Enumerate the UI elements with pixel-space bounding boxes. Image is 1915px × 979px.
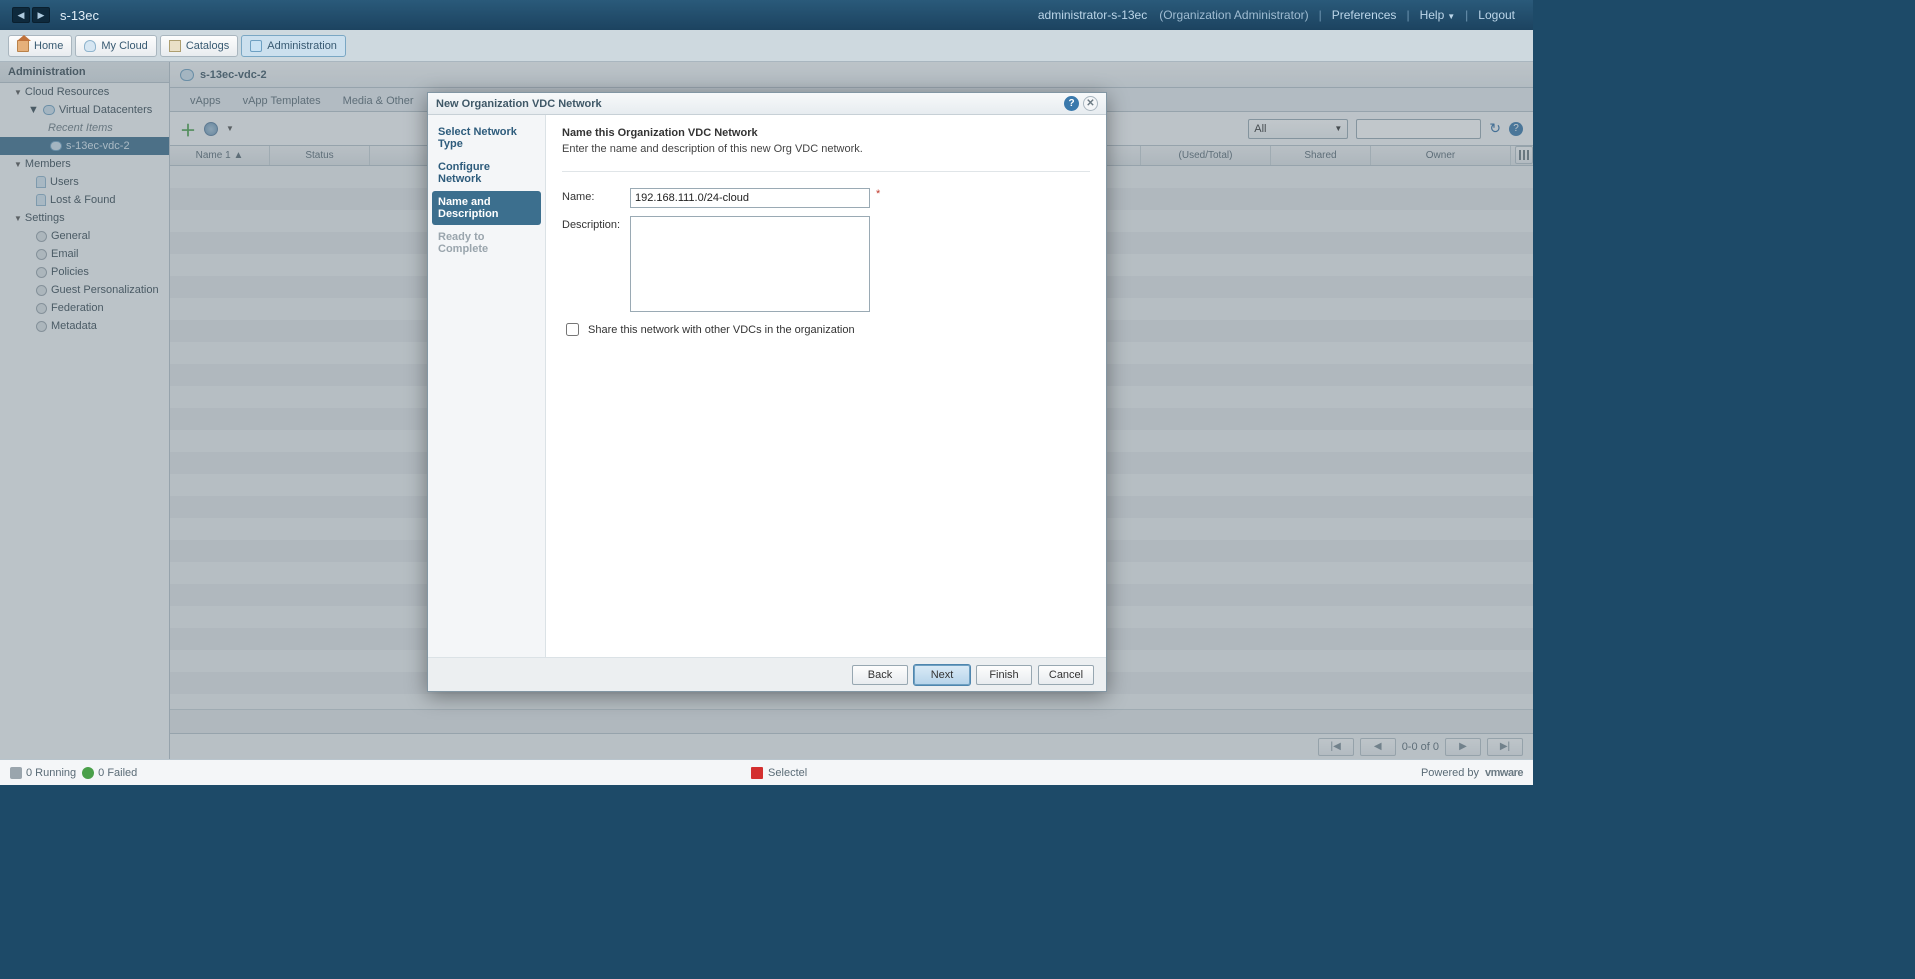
admin-icon bbox=[250, 40, 262, 52]
nav-back-button[interactable]: ◀ bbox=[12, 7, 30, 23]
wizard-step-select-type[interactable]: Select Network Type bbox=[432, 121, 541, 155]
tab-administration[interactable]: Administration bbox=[241, 35, 346, 57]
description-input[interactable] bbox=[630, 216, 870, 312]
wizard-subheading: Enter the name and description of this n… bbox=[562, 143, 1090, 155]
wizard-step-ready: Ready to Complete bbox=[432, 226, 541, 260]
primary-tabs: Home My Cloud Catalogs Administration bbox=[0, 30, 1533, 62]
header-role: (Organization Administrator) bbox=[1159, 8, 1308, 22]
wizard-main: Name this Organization VDC Network Enter… bbox=[546, 115, 1106, 657]
wizard-step-name-desc[interactable]: Name and Description bbox=[432, 191, 541, 225]
name-input[interactable] bbox=[630, 188, 870, 208]
status-running-icon bbox=[10, 767, 22, 779]
status-running: 0 Running bbox=[26, 767, 76, 779]
status-failed-icon bbox=[82, 767, 94, 779]
catalog-icon bbox=[169, 40, 181, 52]
new-org-vdc-network-dialog: New Organization VDC Network ? ✕ Select … bbox=[427, 92, 1107, 692]
cancel-button[interactable]: Cancel bbox=[1038, 665, 1094, 685]
required-indicator: * bbox=[876, 188, 880, 200]
back-button[interactable]: Back bbox=[852, 665, 908, 685]
dialog-title-bar: New Organization VDC Network ? ✕ bbox=[428, 93, 1106, 115]
name-label: Name: bbox=[562, 188, 630, 203]
dialog-help-button[interactable]: ? bbox=[1064, 96, 1079, 111]
vmware-logo: vmware bbox=[1485, 767, 1523, 779]
share-checkbox[interactable] bbox=[566, 323, 579, 336]
description-label: Description: bbox=[562, 216, 630, 231]
home-icon bbox=[17, 40, 29, 52]
powered-by-label: Powered by bbox=[1421, 767, 1479, 779]
chevron-down-icon: ▼ bbox=[1447, 12, 1455, 21]
status-failed: 0 Failed bbox=[98, 767, 137, 779]
share-label: Share this network with other VDCs in th… bbox=[588, 324, 855, 336]
tab-catalogs[interactable]: Catalogs bbox=[160, 35, 238, 57]
wizard-step-configure[interactable]: Configure Network bbox=[432, 156, 541, 190]
cloud-icon bbox=[84, 40, 96, 52]
dialog-buttons: Back Next Finish Cancel bbox=[428, 657, 1106, 691]
app-title: s-13ec bbox=[60, 8, 99, 23]
selectel-icon bbox=[751, 767, 763, 779]
next-button[interactable]: Next bbox=[914, 665, 970, 685]
dialog-close-button[interactable]: ✕ bbox=[1083, 96, 1098, 111]
header-preferences-link[interactable]: Preferences bbox=[1332, 8, 1397, 22]
tab-my-cloud[interactable]: My Cloud bbox=[75, 35, 156, 57]
nav-forward-button[interactable]: ▶ bbox=[32, 7, 50, 23]
wizard-heading: Name this Organization VDC Network bbox=[562, 127, 1090, 139]
header-logout-link[interactable]: Logout bbox=[1478, 8, 1515, 22]
brand-label: Selectel bbox=[768, 767, 807, 779]
finish-button[interactable]: Finish bbox=[976, 665, 1032, 685]
dialog-title: New Organization VDC Network bbox=[436, 98, 602, 110]
header-help-link[interactable]: Help▼ bbox=[1420, 8, 1456, 22]
tab-home[interactable]: Home bbox=[8, 35, 72, 57]
wizard-steps: Select Network Type Configure Network Na… bbox=[428, 115, 546, 657]
global-header: ◀ ▶ s-13ec administrator-s-13ec (Organiz… bbox=[0, 0, 1533, 30]
status-bar: 0 Running 0 Failed Selectel Powered by v… bbox=[0, 759, 1533, 785]
header-user[interactable]: administrator-s-13ec bbox=[1038, 8, 1147, 22]
